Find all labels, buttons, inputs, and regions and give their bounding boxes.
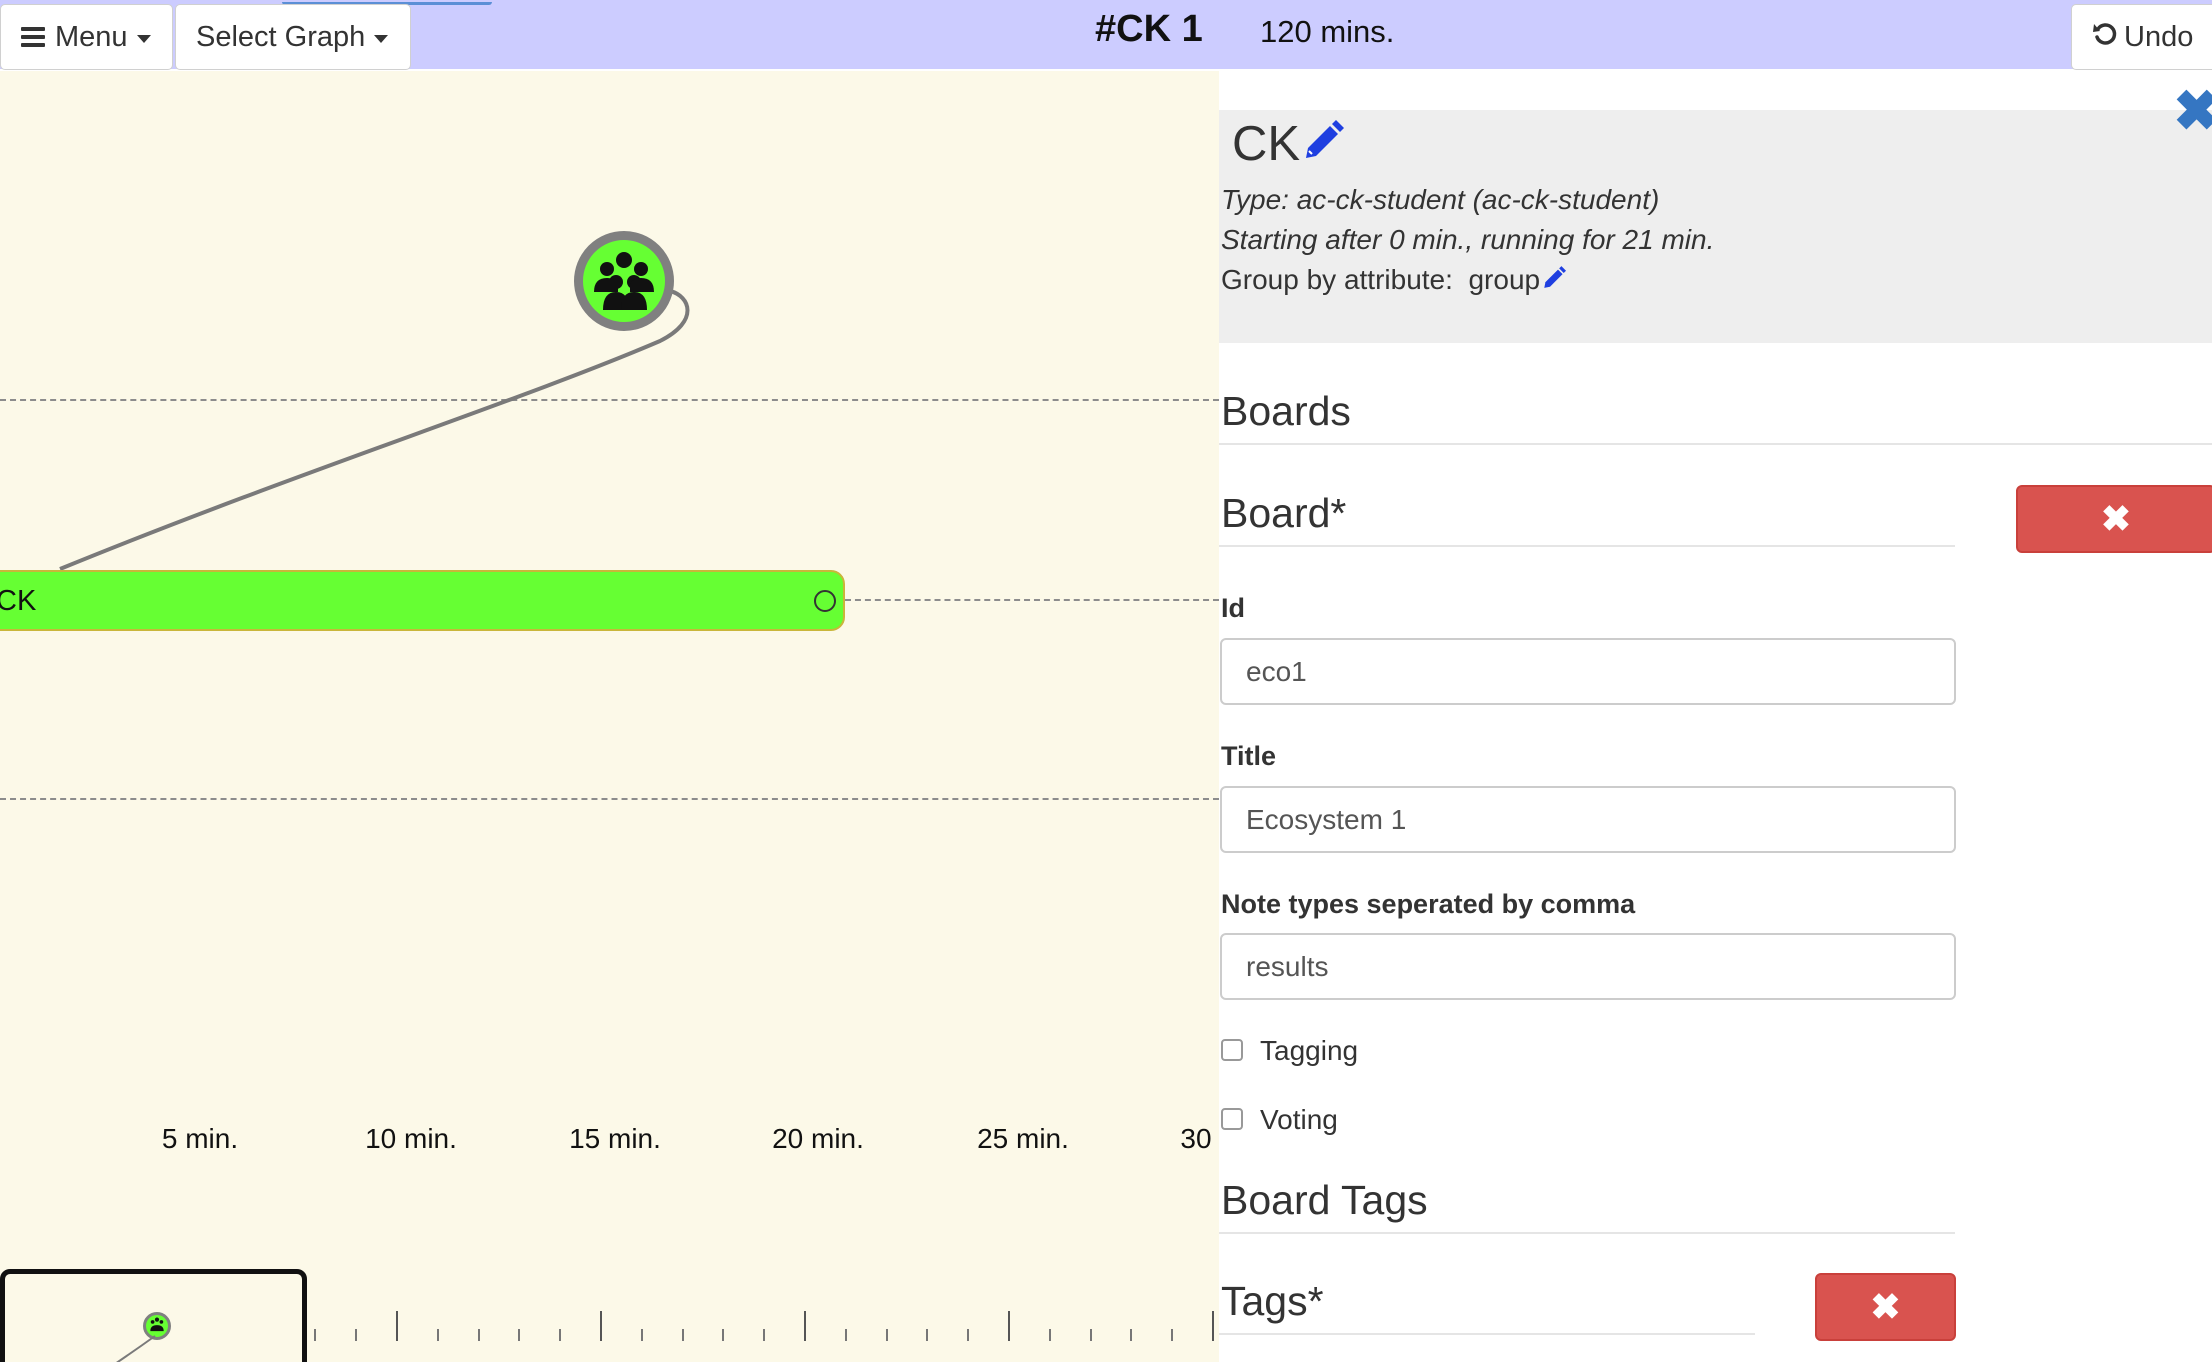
id-field[interactable] (1220, 638, 1956, 705)
tagging-label: Tagging (1260, 1035, 1359, 1066)
activity-bar[interactable] (0, 570, 845, 631)
id-label: Id (1221, 593, 1245, 623)
tick-label: 10 min. (365, 1123, 457, 1154)
activity-label: CK (0, 585, 37, 617)
hamburger-icon (21, 23, 45, 51)
delete-board-button[interactable]: ✖ (2016, 485, 2212, 553)
title-field[interactable] (1220, 786, 1956, 853)
plane-divider (0, 798, 1219, 800)
operator-node[interactable] (574, 231, 674, 331)
undo-label: Undo (2124, 20, 2194, 53)
divider (1219, 443, 2212, 445)
caret-down-icon (374, 34, 389, 43)
tick-label: 30 (1180, 1123, 1212, 1154)
boards-heading: Boards (1221, 388, 1351, 434)
activity-resize-handle[interactable] (814, 590, 836, 612)
graph-canvas[interactable]: CK 5 min. 10 min. 15 min. 20 min. 25 min… (0, 71, 1219, 1362)
note-types-label: Note types seperated by comma (1221, 889, 1636, 919)
divider (1219, 1232, 1955, 1234)
graph-duration: 120 mins. (1260, 14, 1395, 49)
board-heading: Board* (1221, 490, 1347, 536)
group-by-attribute: Group by attribute: group (1221, 264, 1567, 296)
pencil-icon[interactable] (1542, 264, 1567, 296)
divider (1219, 1333, 1755, 1335)
select-graph-label: Select Graph (196, 20, 366, 53)
users-group-icon (585, 240, 663, 323)
minimap-edge (116, 1335, 156, 1362)
close-icon[interactable]: ✖ (2173, 83, 2212, 139)
group-by-value: group (1468, 264, 1541, 295)
title-label: Title (1221, 741, 1277, 771)
delete-tags-button[interactable]: ✖ (1815, 1273, 1956, 1341)
select-graph-button[interactable]: Select Graph (175, 4, 411, 70)
close-icon: ✖ (2100, 498, 2132, 539)
undo-icon (2092, 20, 2118, 54)
tick-label: 25 min. (977, 1123, 1069, 1154)
activity-timing: Starting after 0 min., running for 21 mi… (1221, 224, 1715, 255)
divider (1219, 545, 1955, 547)
tick-label: 15 min. (569, 1123, 661, 1154)
menu-button[interactable]: Menu (0, 4, 173, 70)
tags-heading: Tags* (1221, 1278, 1324, 1324)
tick-label: 20 min. (772, 1123, 864, 1154)
minimap-viewport[interactable] (0, 1269, 307, 1362)
pencil-icon[interactable] (1302, 116, 1345, 172)
close-icon: ✖ (1870, 1286, 1901, 1327)
voting-checkbox[interactable] (1221, 1108, 1243, 1130)
menu-label: Menu (55, 20, 128, 53)
activity-type: Type: ac-ck-student (ac-ck-student) (1221, 184, 1660, 215)
activity-name: CK (1232, 116, 1345, 172)
note-types-field[interactable] (1220, 933, 1956, 1000)
activity-editor-panel: ✖ CK Type: ac-ck-student (ac-ck-student)… (1219, 71, 2212, 1362)
caret-down-icon (136, 34, 151, 43)
graph-title: #CK 1 (1095, 8, 1203, 50)
undo-button[interactable]: Undo (2071, 4, 2212, 70)
group-by-prefix: Group by attribute: (1221, 264, 1453, 295)
activity-name-text: CK (1232, 117, 1301, 171)
board-tags-heading: Board Tags (1221, 1177, 1428, 1223)
top-toolbar: Menu Select Graph #CK 1 120 mins. Undo (0, 0, 2212, 70)
voting-label: Voting (1260, 1104, 1338, 1135)
tagging-checkbox[interactable] (1221, 1039, 1243, 1061)
tick-label: 5 min. (161, 1123, 239, 1154)
